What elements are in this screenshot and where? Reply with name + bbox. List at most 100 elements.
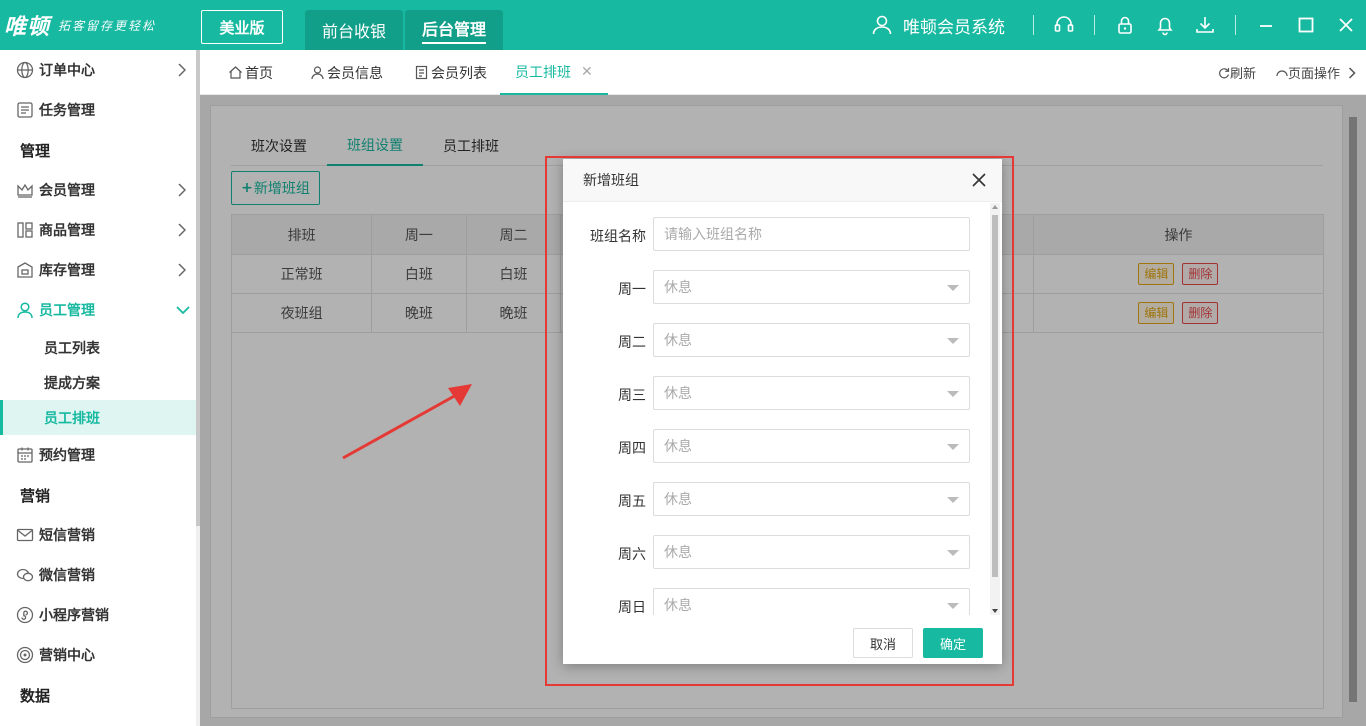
chevron-right-icon <box>178 63 186 77</box>
sidebar-item-order-center[interactable]: 订单中心 <box>0 50 196 90</box>
wechat-icon <box>16 566 34 584</box>
sidebar-item-goods-mgmt[interactable]: 商品管理 <box>0 210 196 250</box>
logo: 唯顿 拓客留存更轻松 <box>4 10 156 40</box>
select-value: 休息 <box>664 280 692 296</box>
page-ops-button[interactable]: 页面操作 <box>1288 63 1340 82</box>
scroll-down-icon[interactable] <box>992 609 998 613</box>
tue-shift-select[interactable]: 休息 <box>653 323 970 357</box>
dialog-title: 新增班组 <box>583 173 639 189</box>
caret-down-icon <box>947 391 959 397</box>
sidebar-label: 会员管理 <box>39 183 95 199</box>
fri-shift-select[interactable]: 休息 <box>653 482 970 516</box>
form-row-tue: 周二 休息 <box>563 323 991 359</box>
tab-staff-schedule[interactable]: 员工排班 ✕ <box>500 50 608 95</box>
sidebar-sub-commission-plan[interactable]: 提成方案 <box>0 365 196 400</box>
nav-backend-manage[interactable]: 后台管理 <box>405 10 503 50</box>
target-icon <box>16 646 34 664</box>
close-window-icon[interactable] <box>1326 0 1366 50</box>
page-ops-icon[interactable] <box>1276 67 1288 79</box>
form-row-fri: 周五 休息 <box>563 482 991 518</box>
sidebar-item-member-mgmt[interactable]: 会员管理 <box>0 170 196 210</box>
nav-front-cashier[interactable]: 前台收银 <box>305 10 403 50</box>
form-row-sun: 周日 休息 <box>563 588 991 615</box>
sidebar-item-staff-mgmt[interactable]: 员工管理 <box>0 290 196 330</box>
sidebar-item-booking-mgmt[interactable]: 预约管理 <box>0 435 196 475</box>
headset-icon[interactable] <box>1052 13 1076 37</box>
scroll-up-icon[interactable] <box>992 205 998 209</box>
close-icon[interactable] <box>970 171 988 189</box>
chevron-right-icon <box>178 223 186 237</box>
scroll-thumb[interactable] <box>992 215 998 577</box>
sidebar-item-miniapp-marketing[interactable]: 小程序营销 <box>0 595 196 635</box>
day-label: 周日 <box>618 600 646 615</box>
dialog-body: 班组名称 请输入班组名称 周一 休息 周二 休息 周三 休息 周四 休息 周五 … <box>563 203 991 615</box>
refresh-icon[interactable] <box>1218 67 1230 79</box>
minimize-icon[interactable] <box>1246 0 1286 50</box>
confirm-button[interactable]: 确定 <box>923 628 983 658</box>
select-value: 休息 <box>664 439 692 455</box>
sidebar-group-data: 数据 <box>20 686 51 705</box>
warehouse-icon <box>16 261 34 279</box>
form-row-thu: 周四 休息 <box>563 429 991 465</box>
sidebar-group-manage: 管理 <box>20 141 51 160</box>
form-row-mon: 周一 休息 <box>563 270 991 306</box>
wed-shift-select[interactable]: 休息 <box>653 376 970 410</box>
calendar-icon <box>16 446 34 464</box>
thu-shift-select[interactable]: 休息 <box>653 429 970 463</box>
chevron-right-icon[interactable] <box>1348 66 1356 79</box>
sidebar-item-stock-mgmt[interactable]: 库存管理 <box>0 250 196 290</box>
select-value: 休息 <box>664 492 692 508</box>
caret-down-icon <box>947 285 959 291</box>
tab-home[interactable]: 首页 <box>228 50 273 95</box>
sidebar-label: 任务管理 <box>39 103 95 119</box>
tab-label: 首页 <box>245 65 273 82</box>
sidebar-group-marketing: 营销 <box>20 486 51 505</box>
sidebar-item-task-mgmt[interactable]: 任务管理 <box>0 90 196 130</box>
dialog-scrollbar[interactable] <box>990 203 1000 615</box>
sun-shift-select[interactable]: 休息 <box>653 588 970 615</box>
caret-down-icon <box>947 603 959 609</box>
sidebar-item-sms-marketing[interactable]: 短信营销 <box>0 515 196 555</box>
select-value: 休息 <box>664 386 692 402</box>
close-tab-icon[interactable]: ✕ <box>581 64 593 80</box>
caret-down-icon <box>947 338 959 344</box>
cancel-button[interactable]: 取消 <box>853 628 913 658</box>
tab-label: 会员信息 <box>327 65 383 82</box>
caret-down-icon <box>947 444 959 450</box>
sidebar-item-wechat-marketing[interactable]: 微信营销 <box>0 555 196 595</box>
sidebar-label: 微信营销 <box>39 568 95 584</box>
sidebar-label: 库存管理 <box>39 263 95 279</box>
sidebar: 订单中心 任务管理 管理 会员管理 商品管理 库存管理 员工管理 员工列表 提成… <box>0 50 196 726</box>
sat-shift-select[interactable]: 休息 <box>653 535 970 569</box>
sidebar-item-marketing-center[interactable]: 营销中心 <box>0 635 196 675</box>
tab-label: 会员列表 <box>431 65 487 82</box>
select-value: 休息 <box>664 598 692 614</box>
nav-front-cashier-label: 前台收银 <box>321 22 386 41</box>
download-icon[interactable] <box>1193 13 1217 37</box>
tab-member-list[interactable]: 会员列表 <box>414 50 487 95</box>
globe-icon <box>16 61 34 79</box>
maximize-icon[interactable] <box>1286 0 1326 50</box>
team-name-placeholder: 请输入班组名称 <box>664 227 762 243</box>
lock-icon[interactable] <box>1113 13 1137 37</box>
sidebar-sub-staff-schedule[interactable]: 员工排班 <box>0 400 196 435</box>
nav-backend-manage-label: 后台管理 <box>421 16 486 44</box>
tab-member-info[interactable]: 会员信息 <box>310 50 383 95</box>
top-bar: 唯顿 拓客留存更轻松 美业版 前台收银 后台管理 唯顿会员系统 <box>0 0 1366 50</box>
top-right-tools: 唯顿会员系统 <box>871 0 1366 50</box>
miniapp-icon <box>16 606 34 624</box>
edition-button[interactable]: 美业版 <box>201 10 283 44</box>
add-team-dialog: 新增班组 班组名称 请输入班组名称 周一 休息 周二 休息 周三 休息 周四 休… <box>563 159 1002 664</box>
tab-label: 员工排班 <box>515 64 571 81</box>
day-label: 周三 <box>618 388 646 404</box>
mon-shift-select[interactable]: 休息 <box>653 270 970 304</box>
sidebar-label: 员工管理 <box>39 303 95 319</box>
team-name-input[interactable]: 请输入班组名称 <box>653 217 970 251</box>
user-icon[interactable] <box>871 14 893 36</box>
chevron-down-icon <box>176 306 190 314</box>
sidebar-sub-staff-list[interactable]: 员工列表 <box>0 330 196 365</box>
sidebar-label: 预约管理 <box>39 448 95 464</box>
sidebar-label: 营销中心 <box>39 648 95 664</box>
bell-icon[interactable] <box>1153 13 1177 37</box>
refresh-button[interactable]: 刷新 <box>1230 63 1256 82</box>
